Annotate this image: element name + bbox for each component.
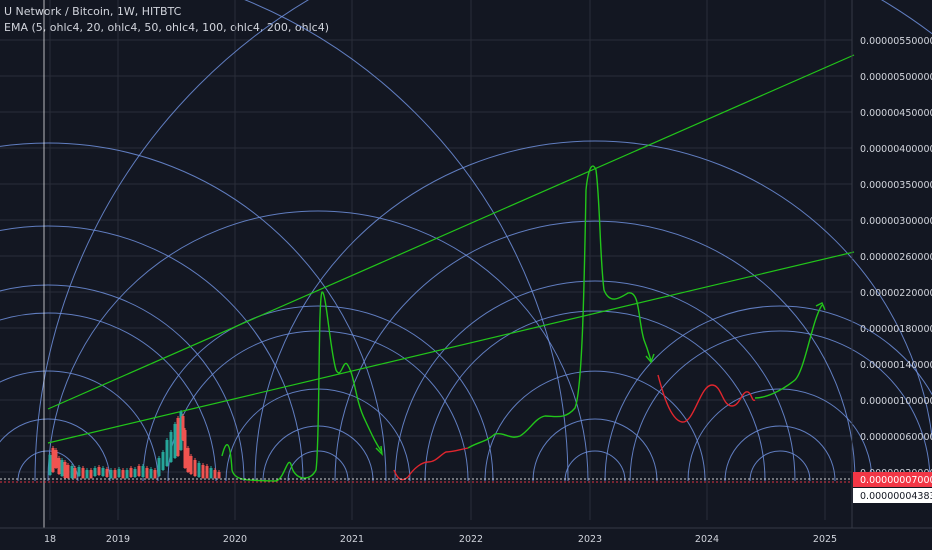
arc-left: [0, 142, 387, 482]
arc-right: [424, 310, 766, 482]
arc-right: [34, 0, 932, 482]
candle-body: [97, 467, 101, 475]
candle-body: [133, 469, 137, 477]
y-tick-label: 0.00000100000: [860, 396, 932, 407]
candle-body: [89, 470, 93, 478]
price-labels: 0.00000007000 0.00000004383: [853, 472, 932, 503]
arc-far-right: [749, 450, 811, 482]
projection-green-3: [754, 304, 823, 399]
candle-body: [105, 469, 109, 477]
y-axis-tick-labels: 0.00000550000 0.00000500000 0.00000450000 0…: [860, 36, 932, 479]
candle-body: [109, 470, 113, 478]
y-tick-label: 0.00000350000: [860, 180, 932, 191]
candle-body: [93, 468, 97, 476]
candle-body: [57, 458, 61, 474]
arc-left: [0, 370, 159, 482]
chart-canvas: 0.00000550000 0.00000500000 0.00000450000 0…: [0, 0, 932, 545]
arc-right: [334, 220, 856, 482]
y-tick-label: 0.00000140000: [860, 360, 932, 371]
lower-trendline: [47, 251, 855, 444]
candle-body: [161, 452, 165, 470]
candle-body: [165, 440, 169, 466]
x-tick-label: 2023: [578, 534, 602, 545]
candle-body: [81, 468, 85, 478]
candle-body: [197, 463, 201, 477]
candle-body: [153, 470, 157, 478]
candle-body: [157, 458, 161, 476]
y-tick-label: 0.00000300000: [860, 216, 932, 227]
arc-mid: [287, 450, 349, 482]
x-tick-label: 2020: [223, 534, 247, 545]
arc-left: [0, 284, 245, 482]
candle-body: [149, 469, 153, 478]
candle-body: [137, 466, 141, 476]
y-tick-label: 0.00000550000: [860, 36, 932, 47]
y-tick-label: 0.00000060000: [860, 432, 932, 443]
candle-body: [193, 460, 197, 476]
x-tick-label: 2022: [459, 534, 483, 545]
candle-body: [60, 460, 64, 476]
x-axis-tick-labels: 18 2019 2020 2021 2022 2023 2024 2025: [44, 534, 837, 545]
candle-body: [176, 418, 180, 456]
candle-body: [121, 470, 125, 478]
candle-body: [173, 424, 177, 458]
candle-body: [209, 468, 213, 478]
candle-body: [145, 468, 149, 478]
arc-far-right: [724, 425, 836, 482]
price-label-text: 0.00000004383: [860, 491, 932, 502]
candle-body: [117, 469, 121, 477]
candle-body: [66, 465, 70, 478]
candle-body: [125, 470, 129, 478]
y-tick-label: 0.00000180000: [860, 324, 932, 335]
x-tick-label: 2025: [813, 534, 837, 545]
arc-left: [244, 0, 569, 482]
candle-body: [217, 472, 221, 478]
trend-lines: [47, 54, 855, 444]
y-tick-label: 0.00000500000: [860, 72, 932, 83]
candle-body: [183, 430, 187, 468]
candle-body: [129, 468, 133, 477]
x-tick-label: 2024: [695, 534, 719, 545]
candle-body: [113, 470, 117, 478]
candle-body: [73, 468, 77, 478]
candle-body: [101, 468, 105, 476]
arc-far-right: [687, 388, 873, 482]
arc-right: [564, 450, 626, 482]
candle-body: [169, 432, 173, 462]
x-tick-label: 18: [44, 534, 56, 545]
upper-trendline: [47, 54, 855, 410]
candle-body: [48, 455, 52, 475]
candle-body: [63, 462, 67, 478]
candle-body: [141, 466, 145, 477]
candle-body: [70, 466, 74, 478]
y-tick-label: 0.00000220000: [860, 288, 932, 299]
projection-paths: [221, 165, 826, 482]
candle-body: [205, 466, 209, 478]
x-tick-label: 2021: [340, 534, 364, 545]
candle-body: [77, 467, 81, 476]
candle-body: [54, 450, 58, 468]
grid-lines: [0, 0, 852, 520]
y-tick-label: 0.00000450000: [860, 108, 932, 119]
candle-body: [85, 470, 89, 478]
candle-body: [186, 448, 190, 472]
price-label-text: 0.00000007000: [860, 475, 932, 486]
candle-body: [51, 448, 55, 472]
y-tick-label: 0.00000260000: [860, 252, 932, 263]
x-tick-label: 2019: [106, 534, 130, 545]
candle-body: [201, 465, 205, 478]
arc-right: [484, 370, 706, 482]
price-candles: [48, 410, 221, 479]
candle-body: [189, 456, 193, 474]
y-tick-label: 0.00000400000: [860, 144, 932, 155]
candle-body: [213, 470, 217, 478]
